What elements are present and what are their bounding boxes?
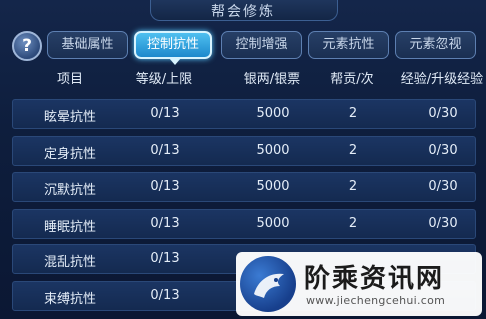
row-exp: 0/30 (428, 143, 458, 158)
tab-basic-attributes[interactable]: 基础属性 (47, 31, 128, 59)
row-level: 0/13 (150, 179, 180, 194)
row-contribution: 2 (348, 179, 358, 194)
row-silver: 5000 (256, 143, 290, 158)
row-name: 沉默抗性 (44, 183, 97, 198)
row-name: 束缚抗性 (44, 292, 97, 307)
row-level: 0/13 (150, 251, 180, 266)
row-level: 0/13 (150, 143, 180, 158)
row-name: 混乱抗性 (44, 255, 97, 270)
help-button[interactable]: ? (12, 31, 42, 61)
row-contribution: 2 (348, 216, 358, 231)
row-level: 0/13 (150, 106, 180, 121)
row-contribution: 2 (348, 143, 358, 158)
table-row[interactable]: 定身抗性 0/13 5000 2 0/30 (12, 136, 476, 166)
tab-control-enhance[interactable]: 控制增强 (221, 31, 302, 59)
watermark-url: www.jiechengcehui.com (306, 294, 446, 307)
row-level: 0/13 (150, 288, 180, 303)
row-exp: 0/30 (428, 179, 458, 194)
header-item: 项目 (56, 72, 83, 87)
row-silver: 5000 (256, 216, 290, 231)
panel-title: 帮会修炼 (211, 4, 275, 20)
header-silver: 银两/银票 (243, 72, 301, 87)
header-exp: 经验/升级经验 (400, 72, 484, 87)
watermark: 阶乘资讯网 www.jiechengcehui.com (236, 252, 482, 316)
row-exp: 0/30 (428, 216, 458, 231)
brand-logo-icon (240, 256, 296, 312)
header-level: 等级/上限 (135, 72, 193, 87)
row-exp: 0/30 (428, 106, 458, 121)
tab-element-resistance[interactable]: 元素抗性 (308, 31, 389, 59)
row-silver: 5000 (256, 179, 290, 194)
tab-control-resistance[interactable]: 控制抗性 (134, 31, 212, 59)
active-tab-pointer (169, 58, 181, 65)
row-name: 睡眠抗性 (44, 220, 97, 235)
table-row[interactable]: 沉默抗性 0/13 5000 2 0/30 (12, 172, 476, 202)
tab-element-ignore[interactable]: 元素忽视 (395, 31, 476, 59)
watermark-brand: 阶乘资讯网 (304, 264, 445, 294)
row-name: 眩晕抗性 (44, 110, 97, 125)
row-name: 定身抗性 (44, 147, 97, 162)
row-level: 0/13 (150, 216, 180, 231)
table-row[interactable]: 眩晕抗性 0/13 5000 2 0/30 (12, 99, 476, 129)
guild-cultivation-panel: 帮会修炼 ? 基础属性 控制抗性 控制增强 元素抗性 元素忽视 项目 等级/上限… (0, 0, 486, 319)
header-contribution: 帮贡/次 (330, 72, 374, 87)
row-silver: 5000 (256, 106, 290, 121)
row-contribution: 2 (348, 106, 358, 121)
table-row[interactable]: 睡眠抗性 0/13 5000 2 0/30 (12, 209, 476, 239)
